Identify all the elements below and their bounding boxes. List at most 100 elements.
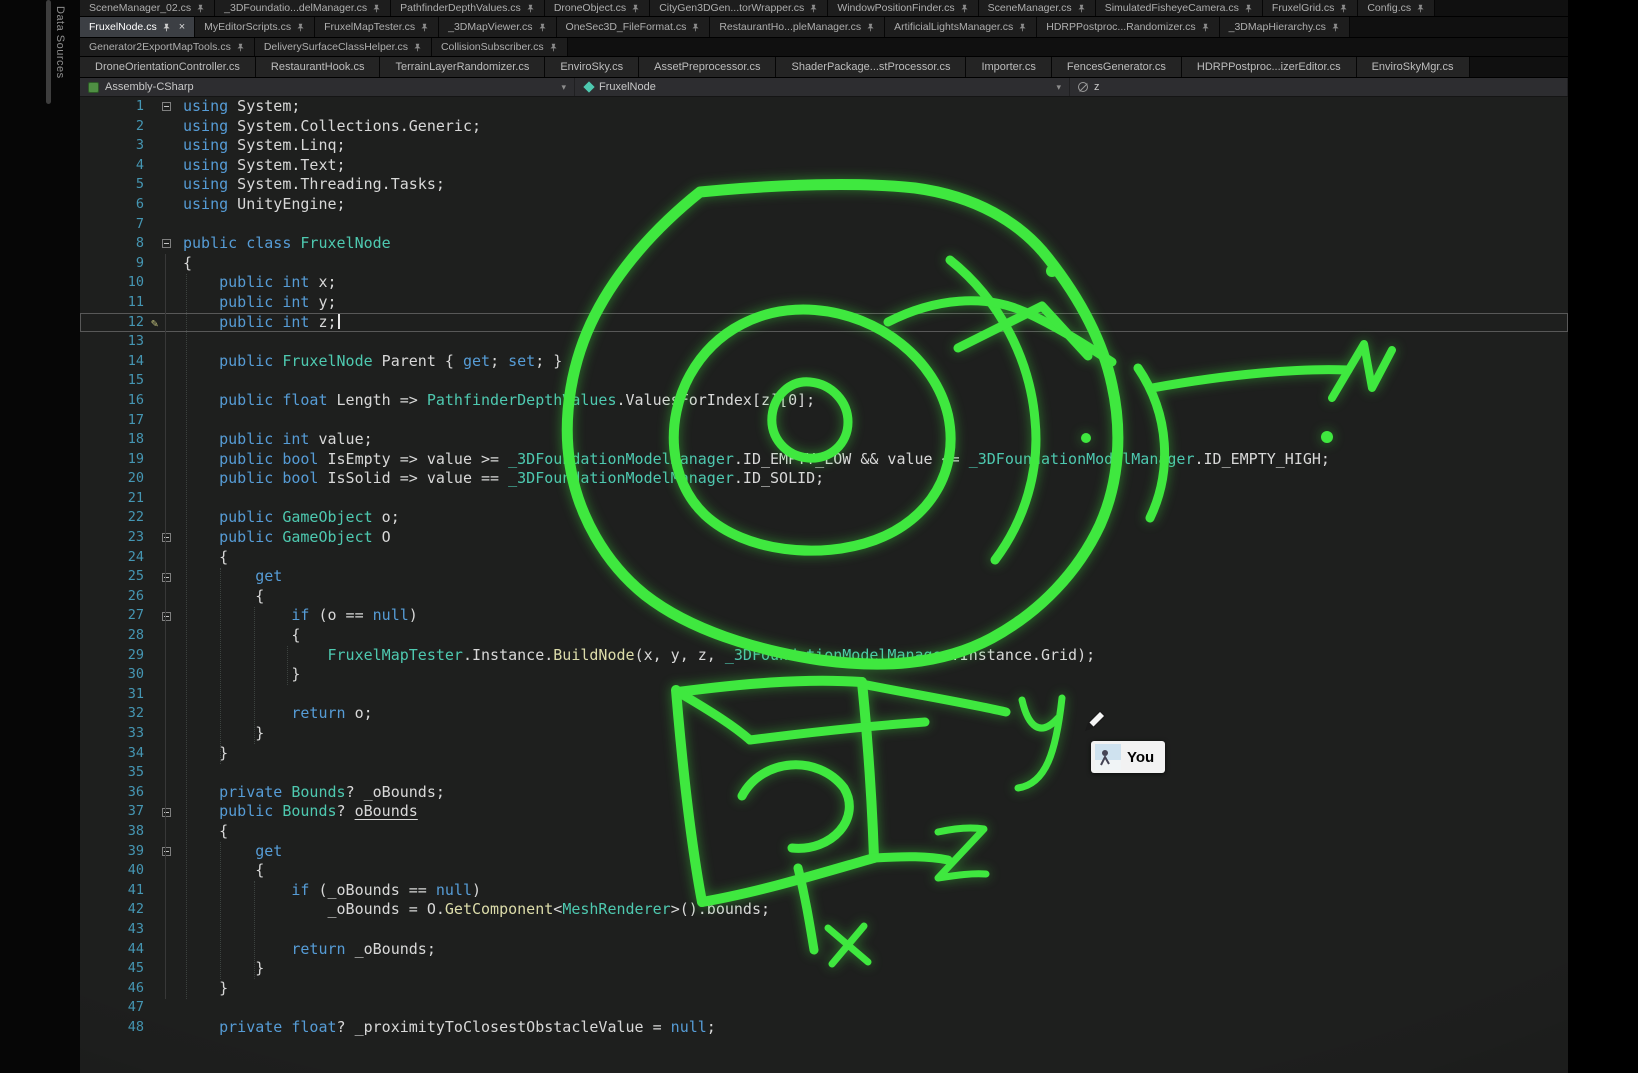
file-tab[interactable]: _3DMapHierarchy.cs	[1220, 17, 1350, 37]
file-tab[interactable]: Generator2ExportMapTools.cs	[80, 38, 255, 56]
code-line[interactable]: 34 }	[80, 744, 1568, 764]
code-line[interactable]: 15	[80, 371, 1568, 391]
file-tab[interactable]: HDRPPostproc...izerEditor.cs	[1182, 57, 1357, 77]
file-tab[interactable]: WindowPositionFinder.cs	[828, 0, 978, 16]
code-line[interactable]: 13	[80, 332, 1568, 352]
fold-toggle-icon[interactable]	[162, 239, 171, 248]
close-tab-icon[interactable]: ×	[179, 22, 185, 33]
code-line[interactable]: 4using System.Text;	[80, 156, 1568, 176]
pin-icon[interactable]	[1416, 4, 1425, 13]
pin-icon[interactable]	[420, 23, 429, 32]
file-tab[interactable]: EnviroSkyMgr.cs	[1357, 57, 1470, 77]
pin-icon[interactable]	[691, 23, 700, 32]
file-tab[interactable]: SceneManager_02.cs	[80, 0, 215, 16]
code-line[interactable]: 8public class FruxelNode	[80, 234, 1568, 254]
pin-icon[interactable]	[1339, 4, 1348, 13]
code-line[interactable]: 7	[80, 215, 1568, 235]
code-line[interactable]: 3using System.Linq;	[80, 136, 1568, 156]
pin-icon[interactable]	[866, 23, 875, 32]
chevron-down-icon[interactable]: ▾	[1056, 82, 1061, 93]
fold-toggle-icon[interactable]	[162, 808, 171, 817]
code-line[interactable]: 22 public GameObject o;	[80, 508, 1568, 528]
pin-icon[interactable]	[1201, 23, 1210, 32]
code-line[interactable]: 14 public FruxelNode Parent { get; set; …	[80, 352, 1568, 372]
scrollbar-thumb[interactable]	[46, 0, 51, 104]
pin-icon[interactable]	[538, 23, 547, 32]
file-tab[interactable]: EnviroSky.cs	[545, 57, 639, 77]
code-line[interactable]: 48 private float? _proximityToClosestObs…	[80, 1018, 1568, 1038]
file-tab[interactable]: CollisionSubscriber.cs	[432, 38, 568, 56]
code-line[interactable]: 35	[80, 763, 1568, 783]
code-line[interactable]: 47	[80, 998, 1568, 1018]
pin-icon[interactable]	[1018, 23, 1027, 32]
breadcrumb-member[interactable]: z	[1070, 78, 1568, 96]
file-tab[interactable]: AssetPreprocessor.cs	[639, 57, 776, 77]
fold-toggle-icon[interactable]	[162, 847, 171, 856]
code-line[interactable]: 27 if (o == null)	[80, 606, 1568, 626]
pin-icon[interactable]	[413, 43, 422, 52]
code-line[interactable]: 28 {	[80, 626, 1568, 646]
file-tab[interactable]: Config.cs	[1358, 0, 1435, 16]
fold-toggle-icon[interactable]	[162, 612, 171, 621]
pin-icon[interactable]	[960, 4, 969, 13]
file-tab[interactable]: _3DFoundatio...delManager.cs	[215, 0, 391, 16]
code-line[interactable]: 45 }	[80, 959, 1568, 979]
file-tab[interactable]: FruxelMapTester.cs	[315, 17, 439, 37]
pin-icon[interactable]	[809, 4, 818, 13]
chevron-down-icon[interactable]: ▾	[561, 82, 566, 93]
file-tab[interactable]: DroneOrientationController.cs	[80, 57, 256, 77]
breadcrumb-type[interactable]: FruxelNode ▾	[575, 78, 1070, 96]
fold-toggle-icon[interactable]	[162, 573, 171, 582]
code-line[interactable]: 43	[80, 920, 1568, 940]
pin-icon[interactable]	[162, 23, 171, 32]
code-line[interactable]: 6using UnityEngine;	[80, 195, 1568, 215]
pin-icon[interactable]	[296, 23, 305, 32]
code-line[interactable]: 29 FruxelMapTester.Instance.BuildNode(x,…	[80, 646, 1568, 666]
code-line[interactable]: 5using System.Threading.Tasks;	[80, 175, 1568, 195]
code-line[interactable]: 46 }	[80, 979, 1568, 999]
file-tab[interactable]: TerrainLayerRandomizer.cs	[380, 57, 545, 77]
code-line[interactable]: 12✎ public int z;	[80, 313, 1568, 333]
code-line[interactable]: 33 }	[80, 724, 1568, 744]
code-line[interactable]: 23 public GameObject O	[80, 528, 1568, 548]
file-tab[interactable]: RestaurantHook.cs	[256, 57, 381, 77]
file-tab[interactable]: FruxelNode.cs×	[80, 17, 195, 37]
file-tab[interactable]: FencesGenerator.cs	[1052, 57, 1182, 77]
file-tab[interactable]: RestaurantHo...pleManager.cs	[710, 17, 885, 37]
code-line[interactable]: 10 public int x;	[80, 273, 1568, 293]
file-tab[interactable]: DroneObject.cs	[545, 0, 650, 16]
code-line[interactable]: 17	[80, 411, 1568, 431]
code-line[interactable]: 31	[80, 685, 1568, 705]
code-line[interactable]: 9{	[80, 254, 1568, 274]
code-line[interactable]: 24 {	[80, 548, 1568, 568]
pin-icon[interactable]	[1331, 23, 1340, 32]
data-sources-tab[interactable]: Data Sources	[54, 6, 66, 79]
file-tab[interactable]: HDRPPostproc...Randomizer.cs	[1037, 17, 1219, 37]
file-tab[interactable]: ArtificialLightsManager.cs	[885, 17, 1037, 37]
file-tab[interactable]: FruxelGrid.cs	[1263, 0, 1358, 16]
file-tab[interactable]: SceneManager.cs	[979, 0, 1096, 16]
code-line[interactable]: 42 _oBounds = O.GetComponent<MeshRendere…	[80, 900, 1568, 920]
code-line[interactable]: 41 if (_oBounds == null)	[80, 881, 1568, 901]
code-line[interactable]: 25 get	[80, 567, 1568, 587]
code-line[interactable]: 44 return _oBounds;	[80, 940, 1568, 960]
file-tab[interactable]: DeliverySurfaceClassHelper.cs	[255, 38, 432, 56]
code-line[interactable]: 32 return o;	[80, 704, 1568, 724]
code-line[interactable]: 37 public Bounds? oBounds	[80, 802, 1568, 822]
code-line[interactable]: 16 public float Length => PathfinderDept…	[80, 391, 1568, 411]
file-tab[interactable]: MyEditorScripts.cs	[195, 17, 315, 37]
pin-icon[interactable]	[372, 4, 381, 13]
pin-icon[interactable]	[631, 4, 640, 13]
file-tab[interactable]: SimulatedFisheyeCamera.cs	[1096, 0, 1263, 16]
file-tab[interactable]: PathfinderDepthValues.cs	[391, 0, 545, 16]
code-line[interactable]: 39 get	[80, 842, 1568, 862]
pin-icon[interactable]	[236, 43, 245, 52]
fold-toggle-icon[interactable]	[162, 102, 171, 111]
pin-icon[interactable]	[1244, 4, 1253, 13]
code-line[interactable]: 11 public int y;	[80, 293, 1568, 313]
pin-icon[interactable]	[1077, 4, 1086, 13]
code-line[interactable]: 38 {	[80, 822, 1568, 842]
file-tab[interactable]: CityGen3DGen...torWrapper.cs	[650, 0, 828, 16]
fold-toggle-icon[interactable]	[162, 533, 171, 542]
file-tab[interactable]: _3DMapViewer.cs	[439, 17, 556, 37]
